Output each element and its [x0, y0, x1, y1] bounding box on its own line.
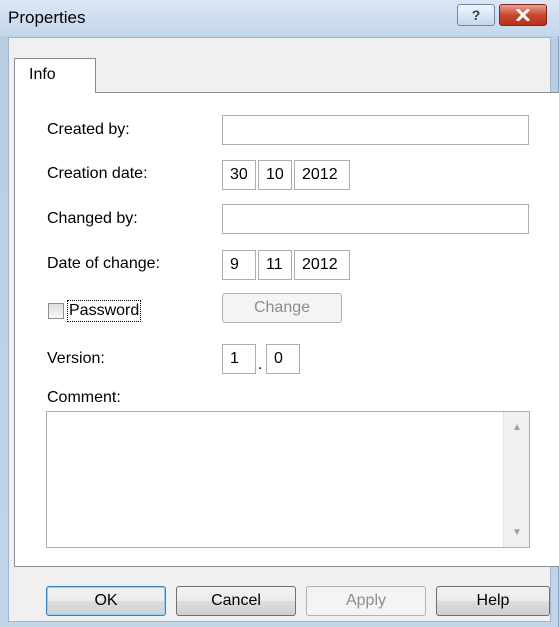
title-bar: Properties ? [0, 0, 559, 36]
password-checkbox[interactable] [48, 303, 64, 319]
window-title: Properties [8, 8, 86, 27]
properties-dialog: Properties ? Info Created by: Creation d… [0, 0, 559, 627]
comment-scrollbar[interactable]: ▲ ▼ [503, 412, 529, 547]
cancel-button[interactable]: Cancel [176, 586, 296, 616]
close-icon [516, 9, 530, 21]
password-label[interactable]: Password [67, 300, 142, 322]
scroll-up-arrow-icon[interactable]: ▲ [504, 416, 530, 438]
help-button[interactable]: Help [436, 586, 550, 616]
created-by-input[interactable] [222, 115, 529, 145]
version-separator: . [258, 356, 263, 373]
changed-by-input[interactable] [222, 204, 529, 234]
version-major-field[interactable]: 1 [222, 344, 256, 374]
apply-button[interactable]: Apply [306, 586, 426, 616]
ok-button[interactable]: OK [46, 586, 166, 616]
change-password-button-label: Change [253, 299, 311, 316]
cancel-button-label: Cancel [211, 592, 261, 609]
creation-date-year-field[interactable]: 2012 [294, 160, 350, 190]
created-by-label: Created by: [47, 121, 130, 138]
ok-button-label: OK [94, 592, 118, 609]
date-of-change-label: Date of change: [47, 255, 160, 272]
creation-date-day-field[interactable]: 30 [222, 160, 256, 190]
changed-by-label: Changed by: [47, 210, 138, 227]
comment-label: Comment: [47, 389, 121, 406]
date-of-change-day-field[interactable]: 9 [222, 250, 256, 280]
apply-button-label: Apply [345, 592, 387, 609]
comment-textarea[interactable]: ▲ ▼ [46, 411, 530, 548]
help-icon: ? [471, 7, 481, 23]
version-minor-field[interactable]: 0 [266, 344, 300, 374]
close-button[interactable] [499, 4, 547, 26]
creation-date-month-field[interactable]: 10 [258, 160, 292, 190]
date-of-change-month-field[interactable]: 11 [258, 250, 292, 280]
scroll-down-arrow-icon[interactable]: ▼ [504, 521, 530, 543]
tab-info[interactable]: Info [14, 58, 96, 93]
help-button-label: Help [476, 592, 510, 609]
help-title-button[interactable]: ? [457, 4, 495, 26]
change-password-button[interactable]: Change [222, 293, 342, 323]
creation-date-label: Creation date: [47, 165, 148, 182]
version-label: Version: [47, 350, 105, 367]
date-of-change-year-field[interactable]: 2012 [294, 250, 350, 280]
tab-info-label: Info [29, 66, 56, 83]
